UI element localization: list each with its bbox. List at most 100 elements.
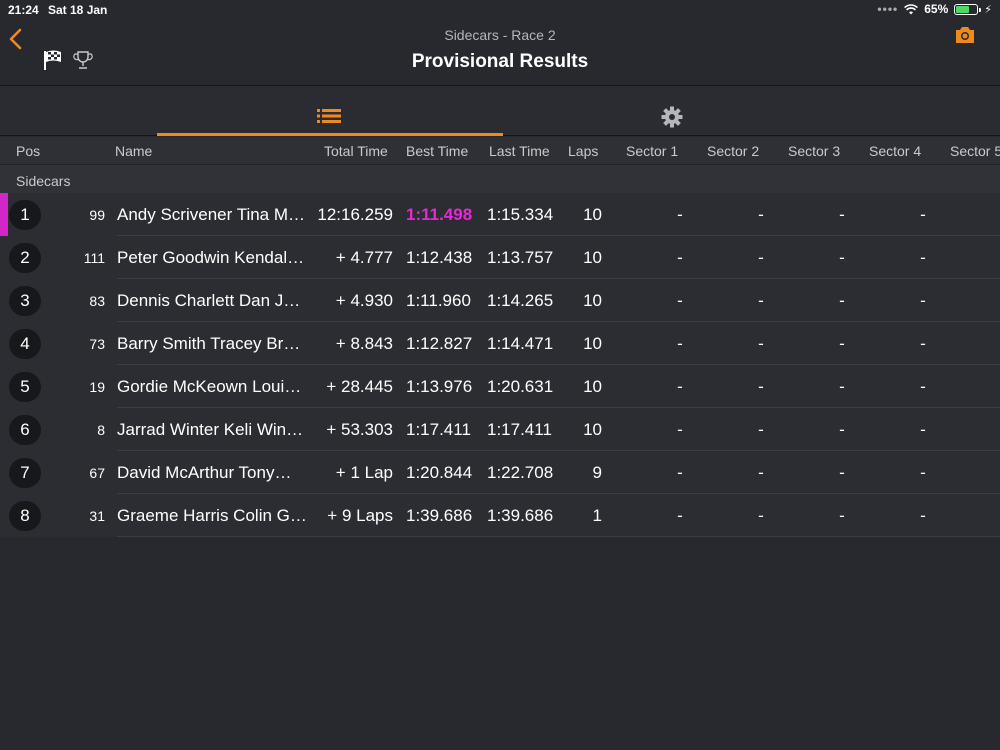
best-time: 1:17.411 bbox=[406, 420, 471, 439]
sector-3: - bbox=[839, 463, 845, 482]
table-row[interactable]: 4 73 Barry Smith Tracey Br… + 8.843 1:12… bbox=[0, 322, 1000, 365]
car-number: 67 bbox=[89, 465, 105, 481]
table-row[interactable]: 8 31 Graeme Harris Colin G… + 9 Laps 1:3… bbox=[0, 494, 1000, 537]
status-time: 21:24 bbox=[8, 3, 39, 17]
sector-2: - bbox=[758, 377, 764, 396]
position-badge: 3 bbox=[9, 286, 41, 316]
list-icon bbox=[317, 109, 341, 123]
col-best-time[interactable]: Best Time bbox=[406, 143, 468, 159]
col-sector-2[interactable]: Sector 2 bbox=[707, 143, 759, 159]
position-badge: 6 bbox=[9, 415, 41, 445]
sector-2: - bbox=[758, 420, 764, 439]
driver-name: Barry Smith Tracey Br… bbox=[117, 334, 301, 353]
sector-1: - bbox=[677, 463, 683, 482]
col-sector-1[interactable]: Sector 1 bbox=[626, 143, 678, 159]
last-time: 1:20.631 bbox=[487, 377, 554, 396]
status-right: •••• 65% ⚡ bbox=[877, 2, 992, 16]
driver-name: David McArthur Tony… bbox=[117, 463, 292, 482]
car-number: 31 bbox=[89, 508, 105, 524]
last-time: 1:13.757 bbox=[487, 248, 554, 267]
last-time: 1:17.411 bbox=[487, 420, 552, 439]
laps: 9 bbox=[592, 463, 602, 482]
best-time: 1:39.686 bbox=[406, 506, 473, 525]
sector-1: - bbox=[677, 377, 683, 396]
sector-2: - bbox=[758, 334, 764, 353]
driver-name: Peter Goodwin Kendal… bbox=[117, 248, 305, 267]
col-sector-4[interactable]: Sector 4 bbox=[869, 143, 921, 159]
total-time: + 1 Lap bbox=[335, 463, 393, 482]
sector-4: - bbox=[920, 291, 926, 310]
sector-1: - bbox=[677, 334, 683, 353]
sector-4: - bbox=[920, 334, 926, 353]
col-total-time[interactable]: Total Time bbox=[324, 143, 388, 159]
best-time: 1:13.976 bbox=[406, 377, 473, 396]
sector-1: - bbox=[677, 291, 683, 310]
page-title: Provisional Results bbox=[411, 51, 589, 72]
sector-3: - bbox=[839, 205, 845, 224]
last-time: 1:14.471 bbox=[487, 334, 554, 353]
sector-1: - bbox=[677, 420, 683, 439]
sector-3: - bbox=[839, 377, 845, 396]
table-row[interactable]: 7 67 David McArthur Tony… + 1 Lap 1:20.8… bbox=[0, 451, 1000, 494]
driver-name: Gordie McKeown Loui… bbox=[117, 377, 302, 396]
sector-1: - bbox=[677, 506, 683, 525]
total-time: + 4.930 bbox=[335, 291, 393, 310]
laps: 10 bbox=[583, 248, 602, 267]
sector-3: - bbox=[839, 291, 845, 310]
position-badge: 7 bbox=[9, 458, 41, 488]
table-row[interactable]: 1 99 Andy Scrivener Tina M… 12:16.259 1:… bbox=[0, 193, 1000, 236]
car-number: 83 bbox=[89, 293, 105, 309]
best-time: 1:11.498 bbox=[406, 205, 473, 224]
last-time: 1:39.686 bbox=[487, 506, 554, 525]
position-badge: 8 bbox=[9, 501, 41, 531]
tab-results-list[interactable] bbox=[157, 86, 503, 136]
driver-name: Andy Scrivener Tina M… bbox=[117, 205, 306, 224]
gear-icon bbox=[661, 106, 683, 128]
last-time: 1:15.334 bbox=[487, 205, 554, 224]
table-row[interactable]: 6 8 Jarrad Winter Keli Win… + 53.303 1:1… bbox=[0, 408, 1000, 451]
sector-1: - bbox=[677, 205, 683, 224]
table-row[interactable]: 2 111 Peter Goodwin Kendal… + 4.777 1:12… bbox=[0, 236, 1000, 279]
car-number: 99 bbox=[89, 207, 105, 223]
tab-settings[interactable] bbox=[503, 86, 843, 136]
last-time: 1:22.708 bbox=[487, 463, 554, 482]
charging-icon: ⚡ bbox=[984, 3, 992, 16]
col-laps[interactable]: Laps bbox=[568, 143, 598, 159]
driver-name: Dennis Charlett Dan J… bbox=[117, 291, 301, 310]
last-time: 1:14.265 bbox=[487, 291, 554, 310]
camera-icon[interactable] bbox=[954, 26, 976, 44]
position-badge: 2 bbox=[9, 243, 41, 273]
signal-dots-icon: •••• bbox=[877, 2, 899, 16]
total-time: + 4.777 bbox=[335, 248, 393, 267]
col-sector-3[interactable]: Sector 3 bbox=[788, 143, 840, 159]
sector-4: - bbox=[920, 205, 926, 224]
best-time: 1:20.844 bbox=[406, 463, 473, 482]
col-name[interactable]: Name bbox=[115, 143, 152, 159]
table-row[interactable]: 3 83 Dennis Charlett Dan J… + 4.930 1:11… bbox=[0, 279, 1000, 322]
total-time: + 28.445 bbox=[326, 377, 393, 396]
driver-name: Jarrad Winter Keli Win… bbox=[117, 420, 304, 439]
sector-4: - bbox=[920, 463, 926, 482]
car-number: 73 bbox=[89, 336, 105, 352]
sector-4: - bbox=[920, 506, 926, 525]
position-badge: 1 bbox=[9, 200, 41, 230]
best-time: 1:12.438 bbox=[406, 248, 473, 267]
selected-indicator bbox=[0, 193, 8, 236]
sector-3: - bbox=[839, 248, 845, 267]
sector-4: - bbox=[920, 377, 926, 396]
sector-3: - bbox=[839, 420, 845, 439]
status-date: Sat 18 Jan bbox=[48, 3, 108, 17]
table-row[interactable]: 5 19 Gordie McKeown Loui… + 28.445 1:13.… bbox=[0, 365, 1000, 408]
total-time: 12:16.259 bbox=[317, 205, 393, 224]
sector-4: - bbox=[920, 420, 926, 439]
col-sector-5[interactable]: Sector 5 bbox=[950, 143, 1000, 159]
sector-4: - bbox=[920, 248, 926, 267]
col-pos[interactable]: Pos bbox=[16, 143, 40, 159]
best-time: 1:12.827 bbox=[406, 334, 473, 353]
page-subtitle: Sidecars - Race 2 bbox=[444, 27, 556, 43]
total-time: + 9 Laps bbox=[327, 506, 393, 525]
battery-percent: 65% bbox=[924, 2, 949, 16]
total-time: + 8.843 bbox=[335, 334, 393, 353]
tab-bar bbox=[0, 86, 1000, 136]
col-last-time[interactable]: Last Time bbox=[489, 143, 550, 159]
